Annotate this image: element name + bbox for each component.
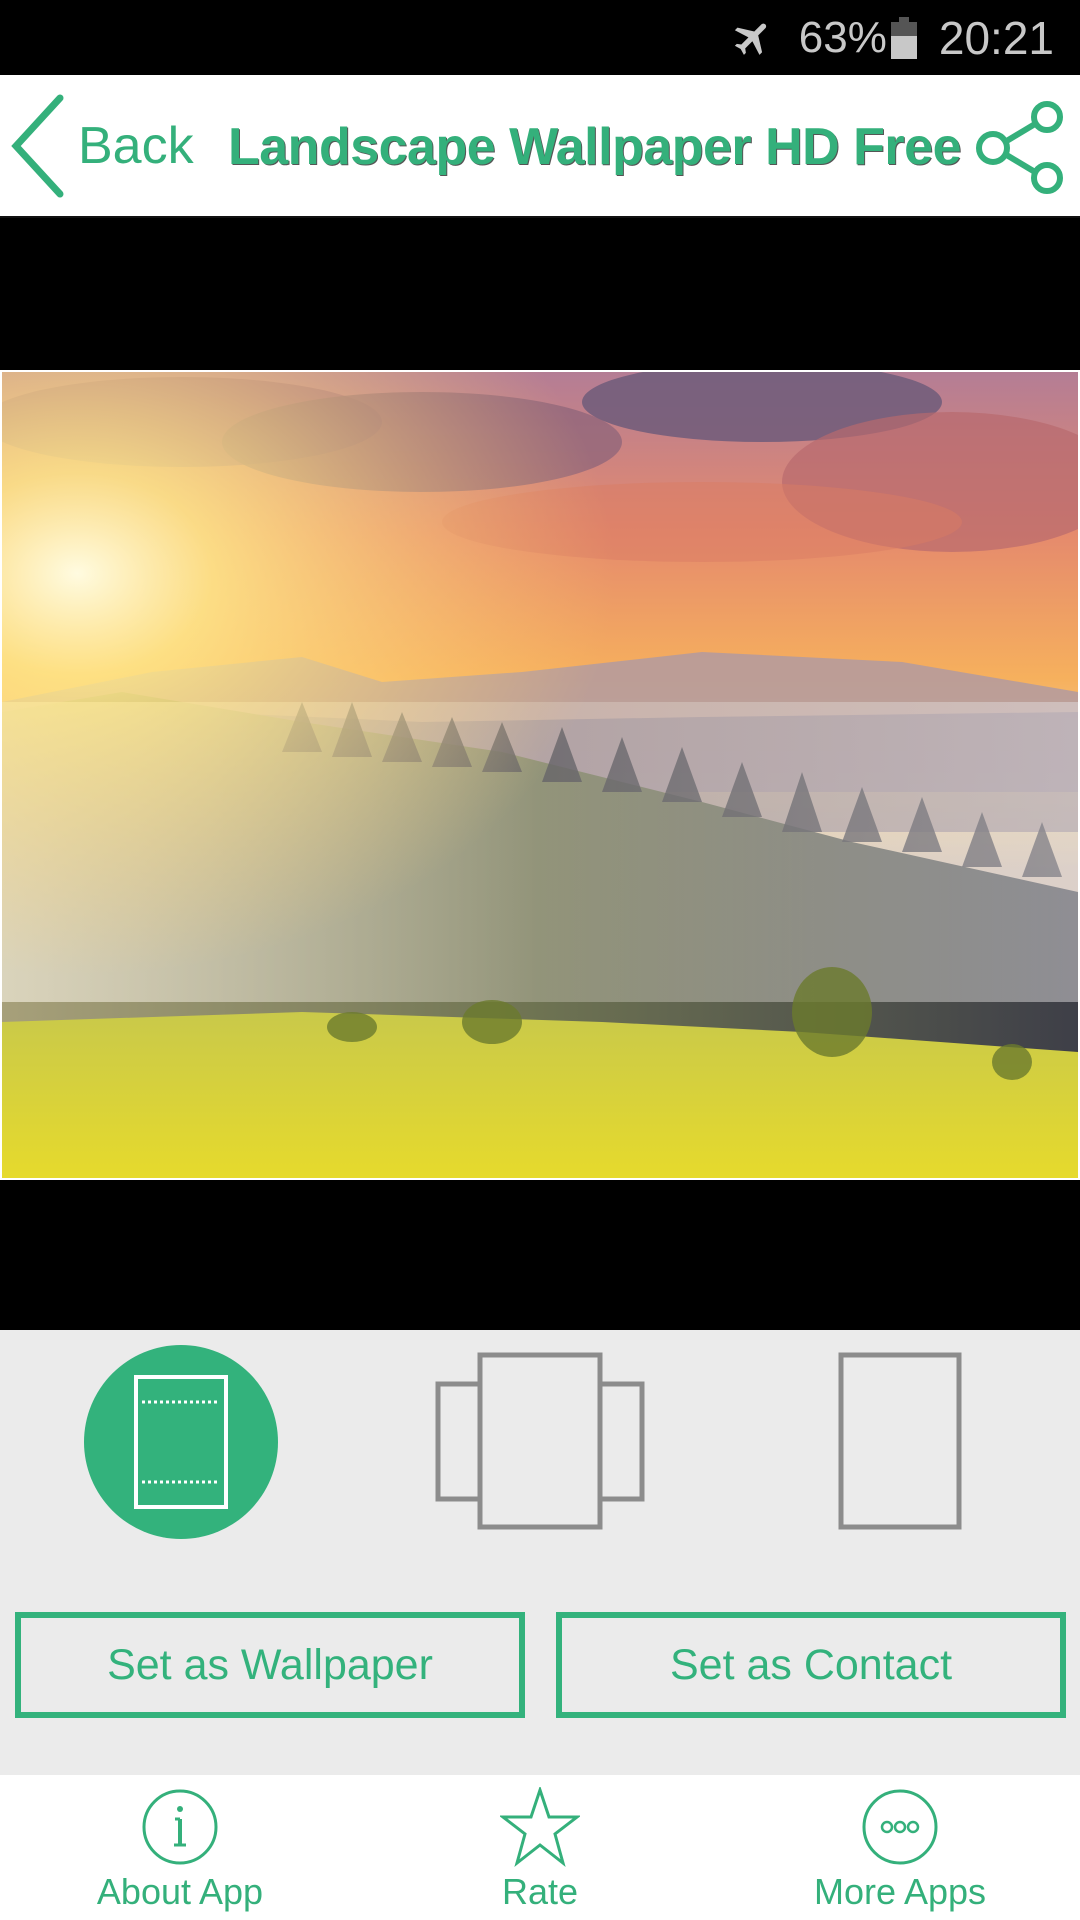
scrollable-screens-icon[interactable] [435,1352,645,1530]
nav-rate-label: Rate [501,1871,579,1912]
share-icon[interactable] [973,100,1068,195]
set-as-wallpaper-button[interactable]: Set as Wallpaper [15,1612,525,1718]
nav-more-apps[interactable]: More Apps [750,1775,1050,1920]
info-icon [142,1789,218,1865]
fit-mode-button[interactable] [84,1345,278,1539]
nav-rate[interactable]: Rate [390,1775,690,1920]
nav-about-label: About App [96,1871,264,1912]
status-bar: 63% 20:21 [0,0,1080,75]
more-apps-icon [862,1789,938,1865]
app-header: Back Landscape Wallpaper HD Free [0,75,1080,218]
clock: 20:21 [938,11,1054,64]
nav-more-apps-label: More Apps [813,1871,987,1912]
set-as-contact-button[interactable]: Set as Contact [556,1612,1066,1718]
wallpaper-image[interactable] [0,370,1080,1180]
page-title: Landscape Wallpaper HD Free [228,117,962,176]
back-label: Back [78,116,194,175]
nav-about-app[interactable]: About App [30,1775,330,1920]
star-icon [500,1787,580,1867]
chevron-left-icon [11,94,64,197]
fit-screen-icon [134,1375,228,1509]
control-panel: Set as Wallpaper Set as Contact [0,1330,1080,1775]
battery-percentage: 63% [798,12,887,62]
wallpaper-preview [0,220,1080,1330]
back-button[interactable]: Back [10,93,194,198]
airplane-mode-icon [734,23,766,55]
fixed-screen-icon[interactable] [838,1352,962,1530]
bottom-navigation: About App Rate More Apps [0,1775,1080,1920]
landscape-photo [2,372,1078,1178]
battery-icon [890,16,917,59]
